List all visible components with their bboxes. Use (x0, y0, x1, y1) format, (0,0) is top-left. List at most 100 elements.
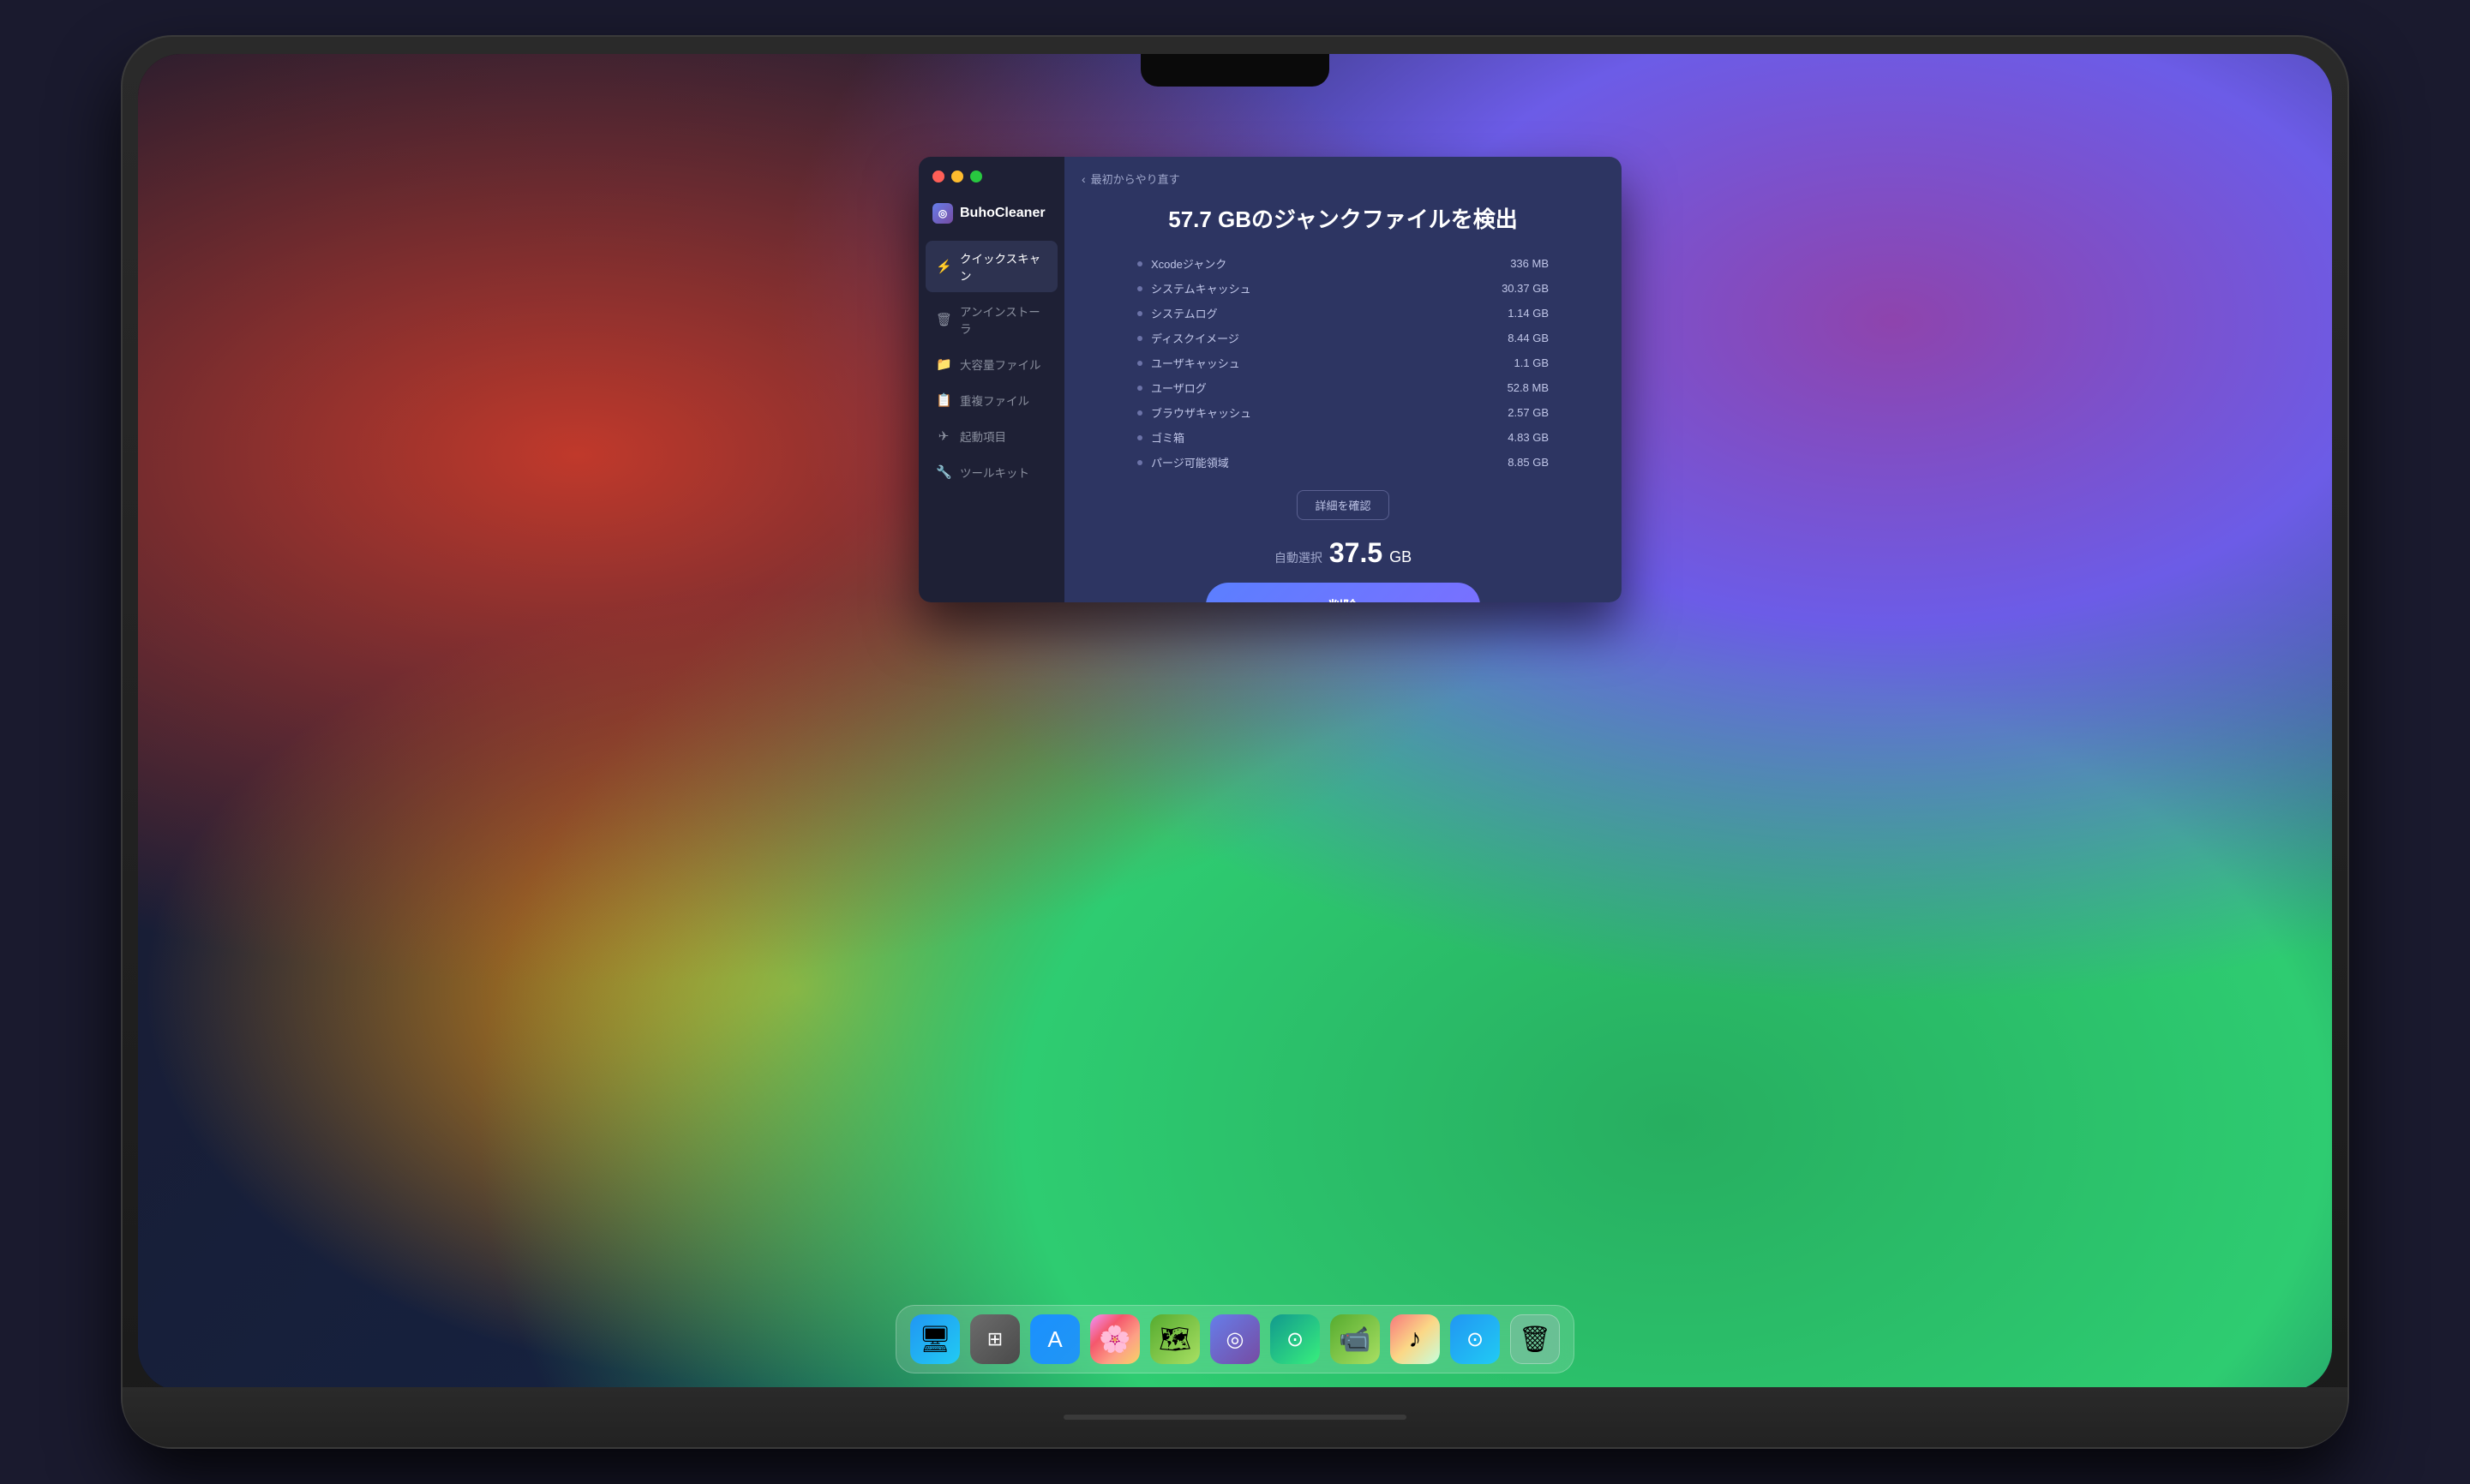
uninstaller-label: アンインストーラ (960, 302, 1047, 337)
result-dot (1137, 460, 1142, 465)
sidebar: ◎ BuhoCleaner ⚡ クイックスキャン 🗑 アンインストーラ (919, 157, 1064, 602)
result-row: ゴミ箱 4.83 GB (1137, 425, 1549, 450)
result-label: パージ可能領域 (1151, 454, 1229, 470)
dock-safari[interactable]: ⊙ (1450, 1314, 1500, 1364)
trash-icon: 🗑 (1519, 1325, 1551, 1355)
appstore-icon: A (1047, 1326, 1062, 1353)
result-left: ブラウザキャッシュ (1137, 404, 1251, 421)
sidebar-item-duplicate-files[interactable]: 📋 重複ファイル (926, 383, 1058, 417)
back-chevron-icon: ‹ (1082, 172, 1086, 186)
result-row: ユーザキャッシュ 1.1 GB (1137, 350, 1549, 375)
dock-trash[interactable]: 🗑 (1510, 1314, 1560, 1364)
result-size: 8.44 GB (1480, 332, 1549, 344)
result-left: ユーザログ (1137, 380, 1207, 396)
result-row: ディスクイメージ 8.44 GB (1137, 326, 1549, 350)
dock-facetime[interactable]: 📹 (1330, 1314, 1380, 1364)
sidebar-item-large-files[interactable]: 📁 大容量ファイル (926, 347, 1058, 381)
uninstaller-icon: 🗑 (936, 312, 951, 327)
result-dot (1137, 410, 1142, 416)
app-logo: ◎ BuhoCleaner (919, 196, 1064, 241)
dock-launchpad[interactable]: ⊞ (970, 1314, 1020, 1364)
result-dot (1137, 435, 1142, 440)
large-files-icon: 📁 (936, 356, 951, 372)
minimize-button[interactable] (951, 171, 963, 183)
maps-icon: 🗺 (1159, 1325, 1191, 1355)
duplicate-files-label: 重複ファイル (960, 392, 1029, 409)
scan-results: 57.7 GBのジャンクファイルを検出 Xcodeジャンク 336 MB (1064, 194, 1622, 602)
launchpad-icon: ⊞ (987, 1328, 1003, 1350)
result-left: ユーザキャッシュ (1137, 355, 1240, 371)
result-label: システムキャッシュ (1151, 280, 1251, 296)
laptop-shell: ◎ BuhoCleaner ⚡ クイックスキャン 🗑 アンインストーラ (121, 35, 2349, 1449)
result-row: ブラウザキャッシュ 2.57 GB (1137, 400, 1549, 425)
result-size: 1.1 GB (1480, 356, 1549, 369)
app-window: ◎ BuhoCleaner ⚡ クイックスキャン 🗑 アンインストーラ (919, 157, 1622, 602)
desktop: ◎ BuhoCleaner ⚡ クイックスキャン 🗑 アンインストーラ (138, 54, 2332, 1391)
result-left: Xcodeジャンク (1137, 255, 1226, 272)
result-dot (1137, 336, 1142, 341)
result-label: ブラウザキャッシュ (1151, 404, 1251, 421)
result-size: 4.83 GB (1480, 431, 1549, 444)
buho-icon: ◎ (1226, 1327, 1244, 1352)
result-left: パージ可能領域 (1137, 454, 1229, 470)
result-size: 30.37 GB (1480, 282, 1549, 295)
dock-finder[interactable]: 🖥 (910, 1314, 960, 1364)
result-label: ユーザキャッシュ (1151, 355, 1240, 371)
scan-title: 57.7 GBのジャンクファイルを検出 (1168, 202, 1518, 234)
logo-icon: ◎ (932, 203, 953, 224)
large-files-label: 大容量ファイル (960, 356, 1041, 373)
dock-photos[interactable]: 🌸 (1090, 1314, 1140, 1364)
main-content: ‹ 最初からやり直す 57.7 GBのジャンクファイルを検出 Xcodeジャンク (1064, 157, 1622, 602)
result-size: 8.85 GB (1480, 456, 1549, 469)
startup-label: 起動項目 (960, 428, 1006, 445)
photos-icon: 🌸 (1099, 1325, 1130, 1355)
laptop-bottom (123, 1387, 2347, 1447)
result-dot (1137, 286, 1142, 291)
result-label: ディスクイメージ (1151, 330, 1239, 346)
result-row: システムキャッシュ 30.37 GB (1137, 276, 1549, 301)
dock-appstore[interactable]: A (1030, 1314, 1080, 1364)
result-size: 52.8 MB (1480, 381, 1549, 394)
startup-icon: ✈ (936, 428, 951, 444)
sidebar-item-uninstaller[interactable]: 🗑 アンインストーラ (926, 294, 1058, 345)
result-left: ゴミ箱 (1137, 429, 1184, 446)
delete-button[interactable]: 削除 (1206, 583, 1480, 602)
back-button[interactable]: ‹ 最初からやり直す (1064, 157, 1622, 194)
auto-select-label: 自動選択 (1274, 549, 1322, 566)
back-label: 最初からやり直す (1091, 171, 1180, 187)
sidebar-item-quick-scan[interactable]: ⚡ クイックスキャン (926, 241, 1058, 292)
sidebar-item-toolkit[interactable]: 🔧 ツールキット (926, 455, 1058, 489)
dock-buho[interactable]: ◎ (1210, 1314, 1260, 1364)
result-left: システムログ (1137, 305, 1218, 321)
finder-icon: 🖥 (919, 1325, 951, 1355)
auto-select-size: 37.5 (1329, 537, 1382, 569)
dock-music[interactable]: ♪ (1390, 1314, 1440, 1364)
duplicate-files-icon: 📋 (936, 392, 951, 408)
result-dot (1137, 261, 1142, 266)
result-dot (1137, 311, 1142, 316)
result-label: システムログ (1151, 305, 1218, 321)
quick-scan-icon: ⚡ (936, 259, 951, 274)
notch (1141, 54, 1329, 87)
details-button[interactable]: 詳細を確認 (1297, 490, 1388, 520)
result-row: システムログ 1.14 GB (1137, 301, 1549, 326)
result-left: ディスクイメージ (1137, 330, 1239, 346)
results-list: Xcodeジャンク 336 MB システムキャッシュ 30.37 GB (1137, 251, 1549, 475)
result-label: Xcodeジャンク (1151, 255, 1226, 272)
result-row: Xcodeジャンク 336 MB (1137, 251, 1549, 276)
sidebar-item-startup[interactable]: ✈ 起動項目 (926, 419, 1058, 453)
dock-maps[interactable]: 🗺 (1150, 1314, 1200, 1364)
result-label: ゴミ箱 (1151, 429, 1184, 446)
toolkit-label: ツールキット (960, 464, 1029, 481)
result-row: パージ可能領域 8.85 GB (1137, 450, 1549, 475)
dock: 🖥 ⊞ A 🌸 🗺 ◎ ⊙ (896, 1305, 1574, 1373)
close-button[interactable] (932, 171, 944, 183)
app-name: BuhoCleaner (960, 206, 1046, 221)
touchretouch-icon: ⊙ (1286, 1327, 1304, 1352)
dock-touchretouch[interactable]: ⊙ (1270, 1314, 1320, 1364)
maximize-button[interactable] (970, 171, 982, 183)
safari-icon: ⊙ (1466, 1327, 1484, 1352)
result-dot (1137, 386, 1142, 391)
quick-scan-label: クイックスキャン (960, 249, 1047, 284)
auto-select-unit: GB (1389, 548, 1412, 566)
